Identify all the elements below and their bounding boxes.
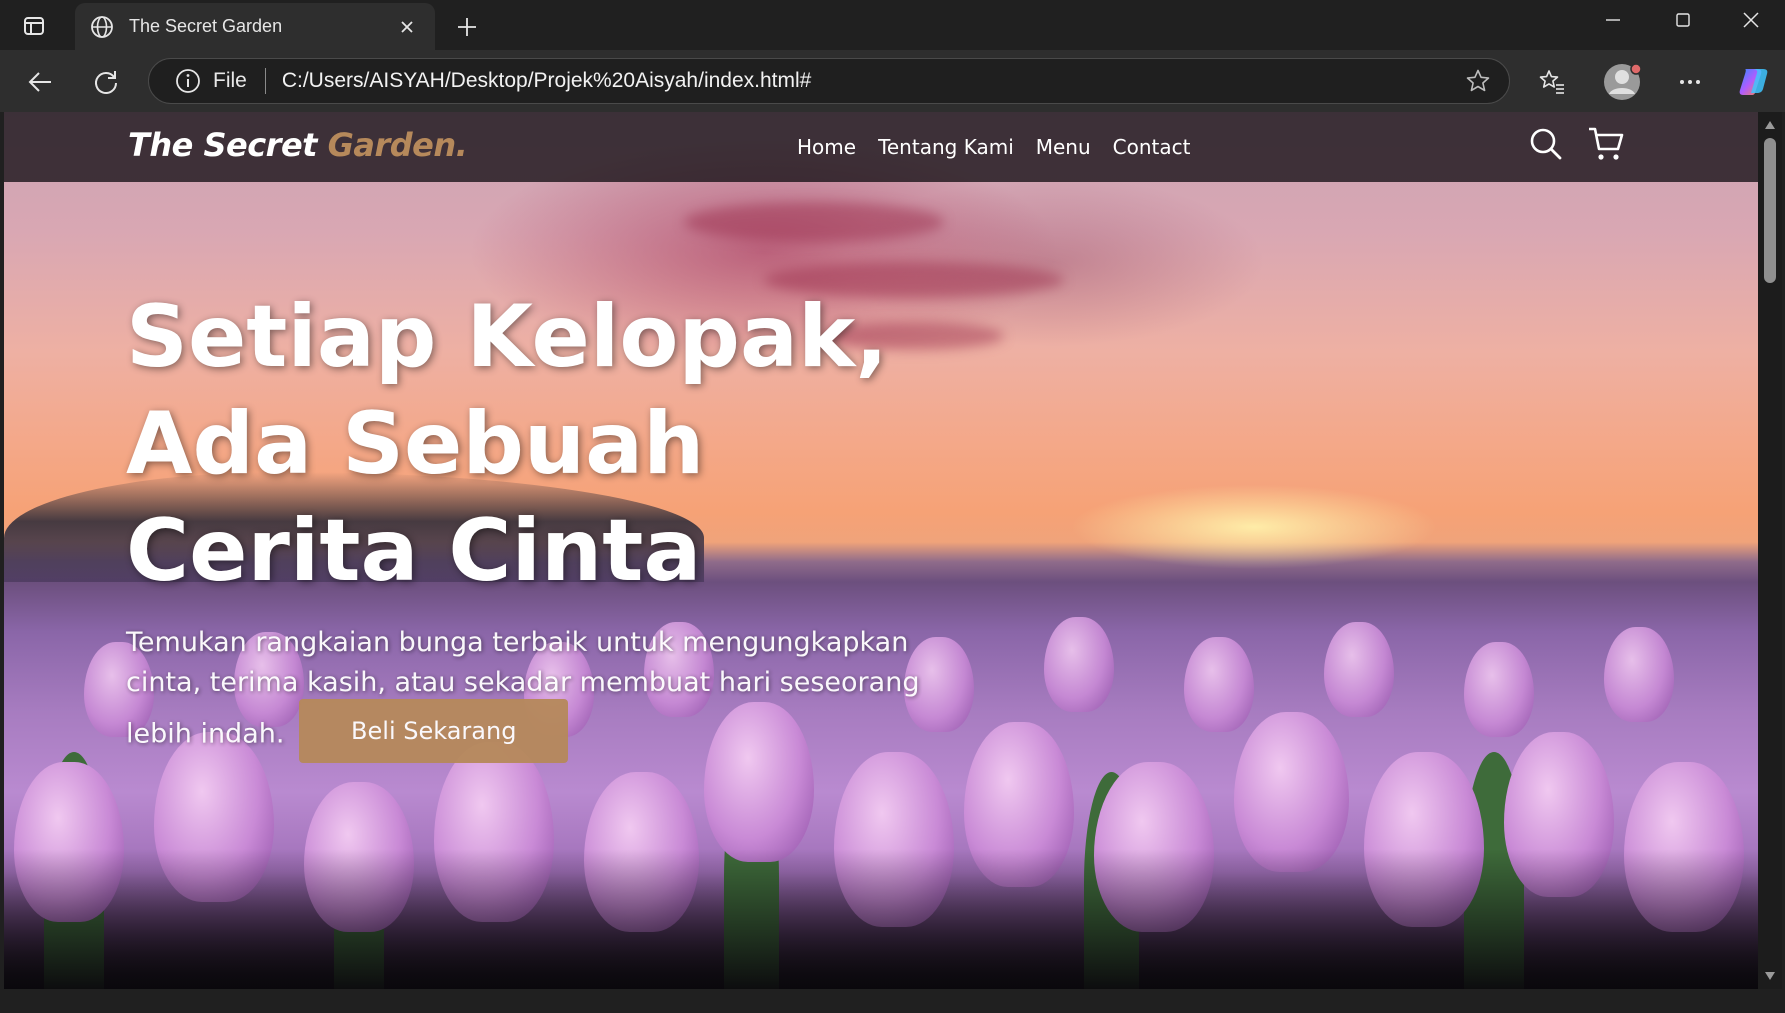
browser-tab[interactable]: The Secret Garden [75, 3, 435, 50]
browser-toolbar: File C:/Users/AISYAH/Desktop/Projek%20Ai… [0, 50, 1785, 112]
scroll-down-icon[interactable] [1763, 969, 1777, 983]
address-divider [264, 68, 266, 94]
logo-accent: Garden. [327, 126, 468, 164]
favorites-icon[interactable] [1532, 62, 1572, 102]
info-icon[interactable] [173, 66, 203, 96]
search-icon[interactable] [1526, 124, 1566, 164]
globe-icon [89, 14, 115, 40]
logo-main: The Secret [128, 126, 328, 164]
nav-tentang-kami[interactable]: Tentang Kami [878, 135, 1014, 159]
back-icon[interactable] [20, 62, 60, 102]
cart-icon[interactable] [1586, 124, 1626, 164]
cloud-shape [684, 202, 944, 242]
address-scheme: File [213, 69, 247, 92]
hero-title-line: Ada Sebuah [126, 394, 705, 494]
scroll-up-icon[interactable] [1763, 118, 1777, 132]
refresh-icon[interactable] [86, 62, 126, 102]
more-icon[interactable] [1670, 62, 1710, 102]
hero-section: Setiap Kelopak, Ada Sebuah Cerita Cinta … [126, 284, 1026, 767]
copilot-icon[interactable] [1734, 62, 1774, 102]
bottom-vignette [4, 849, 1758, 989]
window-close-icon[interactable] [1716, 0, 1785, 40]
tab-actions-icon[interactable] [14, 12, 54, 40]
hero-title-line: Setiap Kelopak, [126, 287, 888, 387]
nav-menu[interactable]: Menu [1036, 135, 1091, 159]
address-bar[interactable]: File C:/Users/AISYAH/Desktop/Projek%20Ai… [148, 58, 1510, 104]
profile-icon[interactable] [1600, 60, 1644, 104]
star-icon[interactable] [1461, 64, 1495, 98]
page-scrollbar[interactable] [1758, 112, 1782, 989]
page-viewport: The Secret Garden. Home Tentang Kami Men… [4, 112, 1758, 989]
hero-title: Setiap Kelopak, Ada Sebuah Cerita Cinta [126, 284, 1026, 605]
close-icon[interactable] [393, 13, 421, 41]
nav-links: Home Tentang Kami Menu Contact [797, 112, 1212, 182]
scroll-thumb[interactable] [1764, 138, 1776, 283]
nav-home[interactable]: Home [797, 135, 856, 159]
site-logo[interactable]: The Secret Garden. [128, 126, 468, 164]
nav-contact[interactable]: Contact [1113, 135, 1191, 159]
address-url[interactable]: C:/Users/AISYAH/Desktop/Projek%20Aisyah/… [282, 69, 1461, 93]
bottom-strip [0, 989, 1785, 1013]
tab-title: The Secret Garden [129, 16, 283, 36]
hero-description: Temukan rangkaian bunga terbaik untuk me… [126, 623, 956, 767]
maximize-icon[interactable] [1648, 0, 1718, 40]
minimize-icon[interactable] [1578, 0, 1648, 40]
hero-title-line: Cerita Cinta [126, 501, 702, 601]
buy-now-button[interactable]: Beli Sekarang [299, 699, 569, 763]
site-navbar: The Secret Garden. Home Tentang Kami Men… [4, 112, 1758, 182]
browser-tab-bar: The Secret Garden [0, 0, 1785, 50]
plus-icon[interactable] [450, 10, 484, 44]
